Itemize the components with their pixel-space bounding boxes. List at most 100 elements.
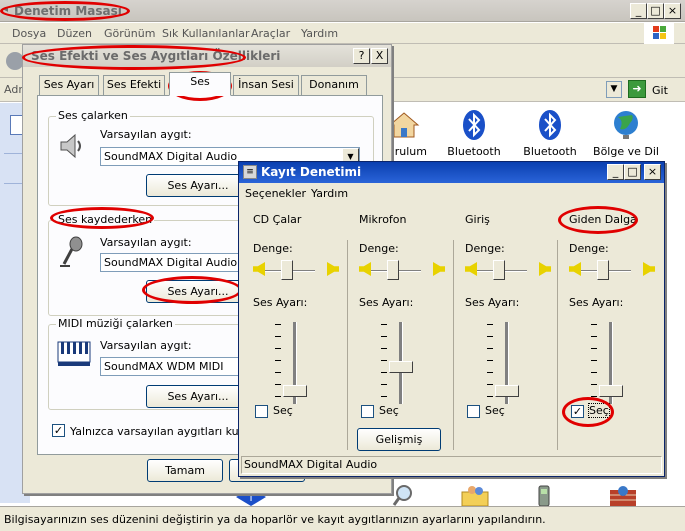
- select-checkbox[interactable]: [361, 405, 374, 418]
- tab-audio[interactable]: Ses: [169, 72, 231, 96]
- volume-tick: [381, 384, 387, 385]
- tab-volume[interactable]: Ses Ayarı: [39, 75, 99, 95]
- column-name: Giden Dalga: [569, 213, 637, 226]
- volume-tick: [487, 384, 493, 385]
- mixer-column-wave-out: Giden Dalga Denge: Ses Ayarı: ✓ Seç: [557, 204, 661, 450]
- recording-device-select[interactable]: SoundMAX Digital Audio: [100, 253, 250, 272]
- icon-label: Bluetooth Yapılandırma: [523, 145, 577, 158]
- column-name: Giriş: [465, 213, 490, 226]
- help-button[interactable]: ?: [353, 48, 370, 64]
- address-dropdown-button[interactable]: ▼: [606, 81, 622, 98]
- address-label: Adr: [4, 83, 23, 96]
- menu-tools[interactable]: Araçlar: [251, 27, 290, 40]
- volume-tick: [275, 384, 281, 385]
- midi-group-title: MIDI müziği çalarken: [56, 317, 175, 330]
- icon-item-bluetooth-devices[interactable]: Bluetooth Aygıtları: [434, 109, 514, 165]
- tab-hardware[interactable]: Donanım: [301, 75, 367, 95]
- menu-edit[interactable]: Düzen: [57, 27, 92, 40]
- rec-maximize-button[interactable]: □: [624, 164, 641, 180]
- volume-tick: [487, 348, 493, 349]
- sound-dialog-titlebar: Ses Efekti ve Ses Aygıtları Özellikleri …: [23, 45, 391, 67]
- volume-tick: [591, 384, 597, 385]
- menu-help[interactable]: Yardım: [301, 27, 338, 40]
- rec-close-button[interactable]: ×: [644, 164, 661, 180]
- volume-label: Ses Ayarı:: [569, 296, 624, 309]
- balance-label: Denge:: [253, 242, 293, 255]
- select-checkbox[interactable]: [255, 405, 268, 418]
- speaker-right-icon: [433, 262, 445, 276]
- volume-tick: [275, 396, 281, 397]
- minimize-button[interactable]: _: [630, 3, 647, 19]
- rec-minimize-button[interactable]: _: [607, 164, 624, 180]
- select-checkbox[interactable]: [467, 405, 480, 418]
- balance-slider[interactable]: [493, 260, 505, 280]
- only-default-checkbox[interactable]: ✓: [52, 424, 65, 437]
- midi-default-label: Varsayılan aygıt:: [100, 339, 192, 352]
- volume-slider[interactable]: [599, 385, 623, 397]
- mixer-column-cd: CD Çalar Denge: Ses Ayarı: Seç: [241, 204, 345, 450]
- go-arrow-icon[interactable]: ➜: [628, 80, 646, 98]
- icon-label: Bluetooth Aygıtları: [447, 145, 501, 158]
- recording-control-title: Kayıt Denetimi: [261, 165, 362, 179]
- advanced-button[interactable]: Gelişmiş: [357, 428, 441, 451]
- menu-rec-help[interactable]: Yardım: [311, 187, 348, 200]
- go-label[interactable]: Git: [652, 84, 668, 97]
- volume-slider[interactable]: [389, 360, 413, 373]
- icon-item-regional[interactable]: Bölge ve Dil Seçenekleri: [586, 109, 666, 165]
- volume-tick: [275, 348, 281, 349]
- playback-volume-button[interactable]: Ses Ayarı...: [146, 174, 250, 197]
- ok-button[interactable]: Tamam: [147, 459, 223, 482]
- firewall-icon[interactable]: [608, 484, 638, 506]
- maximize-button[interactable]: □: [647, 3, 664, 19]
- volume-label: Ses Ayarı:: [359, 296, 414, 309]
- volume-tick: [275, 372, 281, 373]
- volume-slider[interactable]: [495, 385, 519, 397]
- midi-volume-button[interactable]: Ses Ayarı...: [146, 385, 250, 408]
- volume-tick: [381, 360, 387, 361]
- volume-tick: [487, 324, 493, 325]
- globe-icon: [610, 109, 642, 141]
- tab-effects[interactable]: Ses Efekti: [103, 75, 165, 95]
- close-button[interactable]: ×: [664, 3, 681, 19]
- select-label: Seç: [588, 403, 610, 418]
- volume-tick: [381, 336, 387, 337]
- volume-tick: [275, 360, 281, 361]
- balance-label: Denge:: [359, 242, 399, 255]
- dialog-close-button[interactable]: X: [371, 48, 388, 64]
- house-icon: [388, 109, 420, 141]
- volume-tick: [591, 372, 597, 373]
- status-bar: Bilgisayarınızın ses düzenini değiştirin…: [0, 506, 685, 531]
- icon-item-bluetooth-config[interactable]: Bluetooth Yapılandırma: [510, 109, 590, 165]
- volume-tick: [275, 324, 281, 325]
- menu-file[interactable]: Dosya: [12, 27, 46, 40]
- only-default-label: Yalnızca varsayılan aygıtları kullan: [70, 425, 259, 438]
- menu-favorites[interactable]: Sık Kullanılanlar: [162, 27, 250, 40]
- search-icon[interactable]: [392, 484, 416, 506]
- recording-group-title: Ses kaydederken: [56, 213, 155, 226]
- speaker-right-icon: [539, 262, 551, 276]
- volume-tick: [487, 372, 493, 373]
- mixer-column-microphone: Mikrofon Denge: Ses Ayarı: Seç Gelişmiş: [347, 204, 451, 451]
- speaker-left-icon: [359, 262, 371, 276]
- windows-logo-icon: [644, 23, 674, 44]
- phone-icon[interactable]: [534, 484, 554, 507]
- menu-options[interactable]: Seçenekler: [245, 187, 306, 200]
- recording-volume-button[interactable]: Ses Ayarı...: [146, 280, 250, 303]
- select-checkbox[interactable]: ✓: [571, 405, 584, 418]
- recording-control-menubar: Seçenekler Yardım: [239, 184, 664, 202]
- balance-slider[interactable]: [387, 260, 399, 280]
- tab-voice[interactable]: İnsan Sesi: [233, 75, 299, 95]
- volume-tick: [591, 360, 597, 361]
- menu-view[interactable]: Görünüm: [104, 27, 155, 40]
- volume-slider[interactable]: [283, 385, 307, 397]
- volume-tick: [381, 396, 387, 397]
- recording-status-bar: SoundMAX Digital Audio: [241, 456, 662, 474]
- bluetooth-icon: [534, 109, 566, 141]
- midi-device-select[interactable]: SoundMAX WDM MIDI: [100, 357, 250, 376]
- volume-tick: [275, 336, 281, 337]
- folder-users-icon[interactable]: [460, 484, 490, 507]
- volume-tick: [591, 396, 597, 397]
- balance-slider[interactable]: [281, 260, 293, 280]
- select-label: Seç: [485, 404, 505, 417]
- balance-slider[interactable]: [597, 260, 609, 280]
